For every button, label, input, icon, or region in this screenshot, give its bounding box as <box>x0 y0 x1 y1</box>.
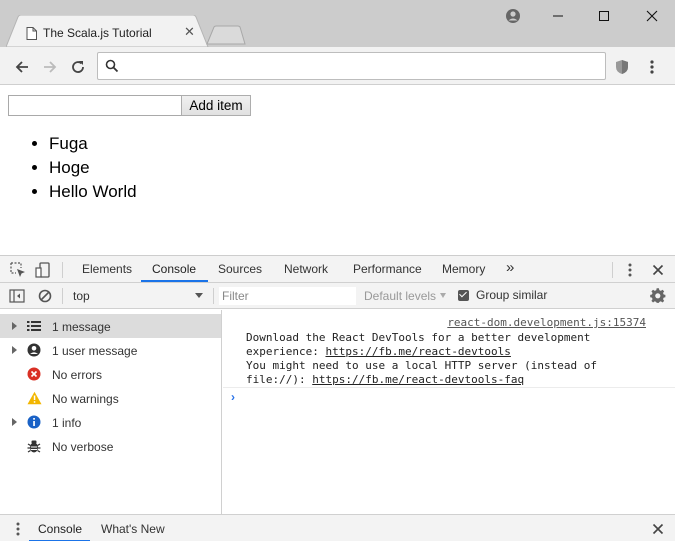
tab-performance[interactable]: Performance <box>353 262 422 276</box>
address-input[interactable] <box>124 56 594 76</box>
sidebar-item-label: 1 user message <box>52 344 138 358</box>
more-tabs-icon[interactable]: » <box>506 259 514 276</box>
page-content: Add item Fuga Hoge Hello World <box>0 85 675 255</box>
sidebar-item-errors[interactable]: No errors <box>0 362 221 386</box>
checkbox-checked-icon[interactable] <box>458 289 469 301</box>
message-text: experience: <box>246 345 326 358</box>
tab-title: The Scala.js Tutorial <box>43 26 152 40</box>
browser-tab[interactable]: The Scala.js Tutorial ✕ <box>6 15 209 47</box>
device-toolbar-icon[interactable] <box>35 262 51 278</box>
separator <box>62 288 63 304</box>
console-message: react-dom.development.js:15374 Download … <box>223 314 675 388</box>
group-similar-label: Group similar <box>476 288 548 302</box>
message-line: You might need to use a local HTTP serve… <box>246 359 597 372</box>
page-icon <box>26 27 37 43</box>
context-select[interactable]: top <box>68 286 209 305</box>
forward-icon[interactable] <box>40 57 60 77</box>
tab-memory[interactable]: Memory <box>442 262 485 276</box>
expand-arrow-icon[interactable] <box>12 322 17 330</box>
separator <box>612 262 613 278</box>
console-sidebar: 1 message 1 user message No errors No wa… <box>0 310 222 514</box>
sidebar-item-user-messages[interactable]: 1 user message <box>0 338 221 362</box>
expand-arrow-icon[interactable] <box>12 346 17 354</box>
browser-toolbar <box>0 47 675 85</box>
context-value: top <box>73 289 90 303</box>
separator <box>62 262 63 278</box>
list-item: Fuga <box>49 133 137 157</box>
sidebar-toggle-icon[interactable] <box>9 288 25 304</box>
devtools-link[interactable]: https://fb.me/react-devtools <box>325 345 510 358</box>
browser-menu-icon[interactable] <box>642 57 662 77</box>
reload-icon[interactable] <box>68 57 88 77</box>
maximize-icon[interactable] <box>594 6 614 26</box>
todo-list: Fuga Hoge Hello World <box>49 133 137 205</box>
sidebar-item-warnings[interactable]: No warnings <box>0 386 221 410</box>
sidebar-item-label: No verbose <box>52 440 114 454</box>
devtools-drawer: Console What's New <box>0 514 675 541</box>
tab-sources[interactable]: Sources <box>218 262 262 276</box>
separator <box>213 288 214 304</box>
error-icon <box>26 366 42 382</box>
sidebar-item-messages[interactable]: 1 message <box>0 314 221 338</box>
list-item: Hoge <box>49 157 137 181</box>
item-input[interactable] <box>8 95 182 116</box>
sidebar-item-info[interactable]: 1 info <box>0 410 221 434</box>
info-icon <box>26 414 42 430</box>
devtools-faq-link[interactable]: https://fb.me/react-devtools-faq <box>312 373 524 386</box>
message-text: file://): <box>246 373 313 386</box>
tab-network[interactable]: Network <box>284 262 328 276</box>
user-icon <box>26 342 42 358</box>
drawer-tab-console[interactable]: Console <box>38 522 82 536</box>
tab-close-icon[interactable]: ✕ <box>184 25 195 39</box>
inspect-element-icon[interactable] <box>10 262 26 278</box>
gear-icon[interactable] <box>650 288 666 304</box>
active-tab-indicator <box>141 280 208 282</box>
minimize-icon[interactable] <box>548 6 568 26</box>
search-icon <box>105 59 119 76</box>
chevron-down-icon <box>440 293 447 298</box>
console-filterbar: top Default levels Group similar <box>0 283 675 309</box>
warning-icon <box>26 390 42 406</box>
drawer-menu-icon[interactable] <box>10 521 26 537</box>
address-bar[interactable] <box>97 52 606 80</box>
browser-titlebar: The Scala.js Tutorial ✕ <box>0 0 675 47</box>
add-item-button[interactable]: Add item <box>181 95 251 116</box>
new-tab-button[interactable] <box>206 25 246 48</box>
sidebar-item-label: 1 message <box>52 320 111 334</box>
sidebar-item-label: 1 info <box>52 416 82 430</box>
sidebar-item-label: No warnings <box>52 392 119 406</box>
message-line: experience: https://fb.me/react-devtools <box>246 345 511 359</box>
group-similar-checkbox[interactable]: Group similar <box>458 288 547 302</box>
devtools-menu-icon[interactable] <box>622 262 638 278</box>
message-line: Download the React DevTools for a better… <box>246 331 591 344</box>
shield-icon[interactable] <box>612 57 632 77</box>
message-line: file://): https://fb.me/react-devtools-f… <box>246 373 524 387</box>
window-close-icon[interactable] <box>642 6 662 26</box>
devtools-tabbar: Elements Console Sources Network Perform… <box>0 256 675 283</box>
devtools-panel: Elements Console Sources Network Perform… <box>0 255 675 541</box>
console-prompt-icon[interactable]: › <box>231 390 235 404</box>
tab-console[interactable]: Console <box>152 262 196 276</box>
console-output: react-dom.development.js:15374 Download … <box>223 310 675 514</box>
list-item: Hello World <box>49 181 137 205</box>
list-icon <box>26 318 42 334</box>
drawer-tab-whats-new[interactable]: What's New <box>101 522 165 536</box>
devtools-close-icon[interactable] <box>650 262 666 278</box>
drawer-close-icon[interactable] <box>650 521 666 537</box>
message-source-link[interactable]: react-dom.development.js:15374 <box>447 316 646 329</box>
log-levels-label: Default levels <box>364 289 437 303</box>
sidebar-item-label: No errors <box>52 368 103 382</box>
bug-icon <box>26 438 42 454</box>
expand-arrow-icon[interactable] <box>12 418 17 426</box>
sidebar-item-verbose[interactable]: No verbose <box>0 434 221 458</box>
clear-console-icon[interactable] <box>37 288 53 304</box>
tab-elements[interactable]: Elements <box>82 262 132 276</box>
filter-input[interactable] <box>219 287 356 305</box>
chevron-down-icon <box>195 293 203 298</box>
profile-icon[interactable] <box>503 6 523 26</box>
log-levels-dropdown[interactable]: Default levels <box>364 289 447 303</box>
back-icon[interactable] <box>12 57 32 77</box>
